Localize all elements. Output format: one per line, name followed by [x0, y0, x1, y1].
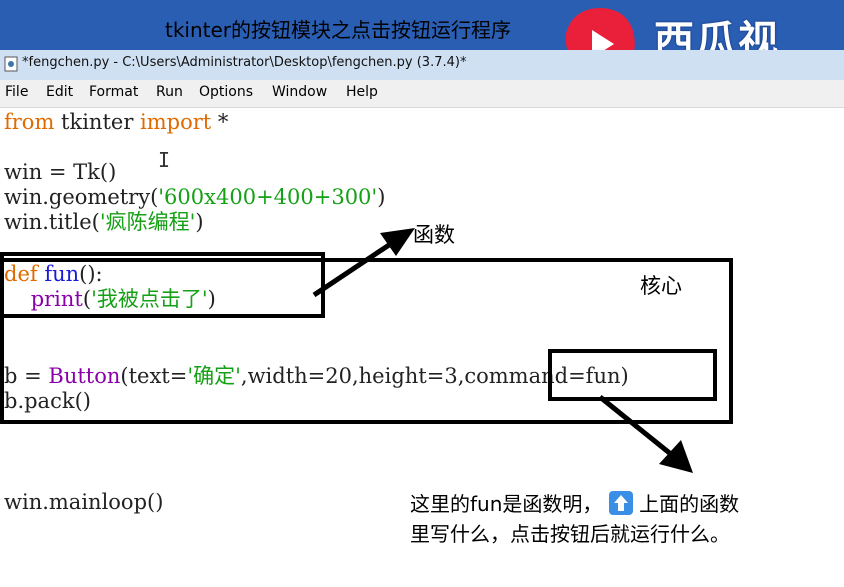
geometry-close: ): [377, 185, 386, 209]
menu-window[interactable]: Window: [272, 84, 327, 100]
menu-help[interactable]: Help: [346, 84, 378, 100]
command-highlight-box: [548, 349, 717, 401]
code-line-1: from tkinter import *: [4, 110, 228, 134]
note-part-1: 这里的fun是函数明，: [410, 492, 603, 516]
code-line-4: win.title('疯陈编程'): [4, 210, 204, 234]
code-line-3: win.geometry('600x400+400+300'): [4, 185, 385, 209]
arrow-head-down-icon: [659, 440, 693, 473]
arrow-head-up-icon: [380, 228, 415, 256]
code-line-9: win.mainloop(): [4, 490, 164, 514]
note-part-2: 上面的函数: [639, 492, 740, 516]
explanation-line-2: 里写什么，点击按钮后就运行什么。: [410, 522, 730, 546]
banner-title: tkinter的按钮模块之点击按钮运行程序: [165, 18, 512, 42]
menu-file[interactable]: File: [5, 84, 28, 100]
keyword-from: from: [4, 110, 55, 134]
module-name: tkinter: [54, 110, 141, 134]
menu-edit[interactable]: Edit: [46, 84, 73, 100]
window-title: *fengchen.py - C:\Users\Administrator\De…: [22, 55, 467, 70]
menu-options[interactable]: Options: [199, 84, 253, 100]
up-arrow-emoji-icon: [608, 491, 633, 515]
import-star: *: [211, 110, 229, 134]
title-close: ): [195, 210, 204, 234]
explanation-line-1: 这里的fun是函数明， 上面的函数: [410, 488, 739, 517]
text-cursor-icon: I: [158, 148, 171, 172]
title-call: win.title(: [4, 210, 100, 234]
function-highlight-box: [0, 252, 325, 318]
function-label: 函数: [413, 223, 455, 247]
geometry-call: win.geometry(: [4, 185, 159, 209]
core-label: 核心: [640, 274, 682, 298]
menu-format[interactable]: Format: [89, 84, 138, 100]
menu-run[interactable]: Run: [156, 84, 183, 100]
geometry-string: '600x400+400+300': [158, 185, 378, 209]
code-line-2: win = Tk(): [4, 160, 117, 184]
keyword-import: import: [140, 110, 212, 134]
title-string: '疯陈编程': [99, 210, 196, 234]
python-file-icon: [4, 56, 18, 72]
